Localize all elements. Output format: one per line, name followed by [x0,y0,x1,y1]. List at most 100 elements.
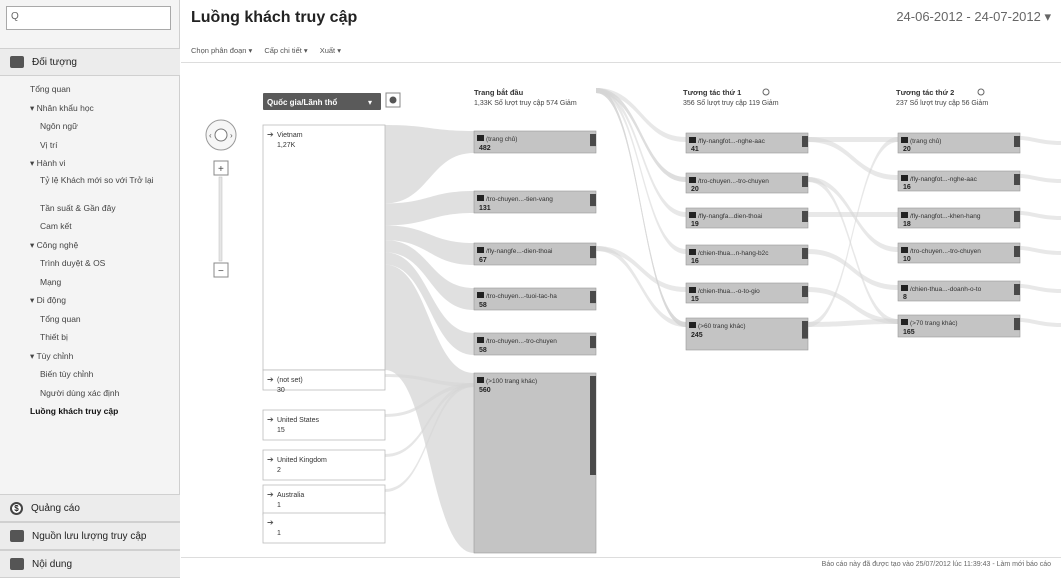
page-node-label: /fly-nangfa...dien-thoai [698,213,762,220]
sidebar-item-visitors-flow[interactable]: Luồng khách truy cập [0,402,180,421]
country-name: Australia [277,492,304,499]
page-node-value: 482 [479,145,491,152]
segment-menu[interactable]: Chọn phân đoạn ▾ [191,46,252,55]
page-node-label: /fly-nangfot...-nghe-aac [698,138,766,145]
country-node[interactable]: ➔ (not set) 30 [262,369,386,394]
page-node[interactable]: /chien-thua...-o-to-gio15 [685,282,809,304]
sidebar-item-user-defined[interactable]: Người dùng xác định [0,384,180,403]
page-node[interactable]: /fly-nangfe...-dien-thoai 67 [473,242,597,266]
drop-off-bar [590,246,596,259]
page-icon [477,377,484,383]
settings-button[interactable] [385,92,401,108]
page-icon [689,287,696,293]
date-range-picker[interactable]: 24-06-2012 - 24-07-2012 ▾ [896,9,1051,25]
sidebar-item-browser-os[interactable]: Trình duyệt & OS [0,254,180,273]
drop-off-bar [802,286,808,297]
page-node[interactable]: /fly-nangfot...-nghe-aac16 [897,170,1021,192]
sidebar-section-label: Nội dung [32,558,73,570]
zoom-slider[interactable]: + − [213,160,229,278]
sidebar-item-new-vs-returning[interactable]: Tỷ lệ Khách mới so với Trở lại [0,173,180,199]
page-node[interactable]: /tro-chuyen...-tro-chuyen 58 [473,332,597,356]
country-node[interactable]: ➔ United Kingdom 2 [262,449,386,481]
zoom-out-icon[interactable]: − [218,266,224,277]
sidebar-item-network[interactable]: Mạng [0,273,180,292]
sidebar-item-engagement[interactable]: Cam kết [0,217,180,236]
sidebar-section-advertising[interactable]: $ Quảng cáo [0,494,180,522]
sidebar-item-custom-variables[interactable]: Biến tùy chỉnh [0,365,180,384]
sidebar-section-traffic-sources[interactable]: Nguồn lưu lượng truy cập [0,522,180,550]
arrow-icon: ➔ [267,415,274,424]
pan-control[interactable]: ‹ › [205,119,237,151]
page-title: Luồng khách truy cập [191,9,358,26]
page-node[interactable]: /chien-thua...n-hang-b2c16 [685,244,809,266]
page-node[interactable]: (>100 trang khác) 560 [473,372,597,554]
sidebar-item-frequency[interactable]: Tần suất & Gần đây [0,199,180,218]
page-node-label: /tro-chuyen...-tro-chuyen [486,338,557,345]
page-node-value: 41 [691,146,699,153]
sidebar-item-mobile[interactable]: ▾ Di động [0,291,180,310]
traffic-sources-icon [10,530,24,542]
page-node[interactable]: /fly-nangfa...dien-thoai19 [685,207,809,229]
page-node[interactable]: /chien-thua...-doanh-o-to8 [897,280,1021,302]
page-icon [901,319,908,325]
page-node-label: /fly-nangfot...-nghe-aac [910,176,978,183]
page-node-label: /tro-chuyen...-tro-chuyen [910,248,981,255]
sidebar-item-location[interactable]: Vị trí [0,136,180,155]
country-value: 1 [277,530,281,537]
page-node[interactable]: /tro-chuyen...-tien-vang 131 [473,190,597,214]
page-nodes: (trang chủ) 482/tro-chuyen...-tien-vang 13… [473,130,1021,554]
country-value: 1 [277,502,281,509]
dimension-selector[interactable]: Quốc gia/Lãnh thổ ▾ [263,93,381,110]
page-node[interactable]: (>60 trang khác) 245 [685,317,809,351]
flow-band [596,88,686,217]
country-node[interactable]: ➔ Vietnam 1,27K [262,124,386,371]
column-title: Tương tác thứ 2 [896,88,954,97]
page-icon [477,247,484,253]
zoom-in-icon[interactable]: + [218,164,224,175]
sidebar-section-audience[interactable]: Đối tượng [0,48,180,76]
page-icon [477,135,484,141]
flow-band [1020,318,1061,327]
page-node[interactable]: (trang chủ)20 [897,132,1021,154]
flow-band [808,137,898,327]
visitors-flow-diagram[interactable]: ‹ › + − Quốc gia/Lãnh thổ ▾ ➔ Vietnam1,27… [181,63,1061,557]
sidebar-item-language[interactable]: Ngôn ngữ [0,117,180,136]
sidebar-item-mobile-overview[interactable]: Tổng quan [0,310,180,329]
arrow-icon: ➔ [267,518,274,527]
page-icon [901,175,908,181]
arrow-icon: ➔ [267,375,274,384]
sidebar-item-technology[interactable]: ▾ Công nghệ [0,236,180,255]
page-node[interactable]: /tro-chuyen...-tuoi-tac-ha 58 [473,287,597,311]
drop-off-bar [802,136,808,147]
page-node[interactable]: /tro-chuyen...-tro-chuyen10 [897,242,1021,264]
sidebar-section-label: Nguồn lưu lượng truy cập [32,530,147,542]
country-node[interactable]: ➔1 [262,512,386,544]
country-node[interactable]: ➔ Australia 1 [262,484,386,516]
flow-band [1020,246,1061,255]
page-node-label: /fly-nangfe...-dien-thoai [486,248,552,255]
drop-off-bar [802,248,808,259]
detail-level-menu[interactable]: Cấp chi tiết ▾ [264,46,307,55]
page-icon [477,195,484,201]
page-node[interactable]: (trang chủ) 482 [473,130,597,154]
country-node[interactable]: ➔ United States 15 [262,409,386,441]
search-input[interactable]: Q [6,6,171,30]
export-menu[interactable]: Xuất ▾ [320,46,341,55]
page-node[interactable]: /tro-chuyen...-tro-chuyen20 [685,172,809,194]
page-node-value: 165 [903,329,915,336]
sidebar-section-content[interactable]: Nội dung [0,550,180,578]
advertising-icon: $ [10,501,23,515]
page-node[interactable]: /fly-nangfot...-nghe-aac41 [685,132,809,154]
sidebar-item-behavior[interactable]: ▾ Hành vi [0,154,180,173]
page-node-value: 8 [903,294,907,301]
sidebar-item-overview[interactable]: Tổng quan [0,80,180,99]
sidebar-item-devices[interactable]: Thiết bị [0,328,180,347]
page-node[interactable]: (>70 trang khác) 165 [897,314,1021,338]
sidebar-item-demographics[interactable]: ▾ Nhân khẩu học [0,99,180,118]
page-node[interactable]: /fly-nangfot...-khen-hang18 [897,207,1021,229]
sidebar-item-custom[interactable]: ▾ Tùy chỉnh [0,347,180,366]
sidebar-section-label: Đối tượng [32,56,77,68]
column-header-interaction-2: Tương tác thứ 2 237 Số lượt truy cập 56 … [896,88,988,107]
info-icon[interactable] [977,88,985,96]
info-icon[interactable] [762,88,770,96]
